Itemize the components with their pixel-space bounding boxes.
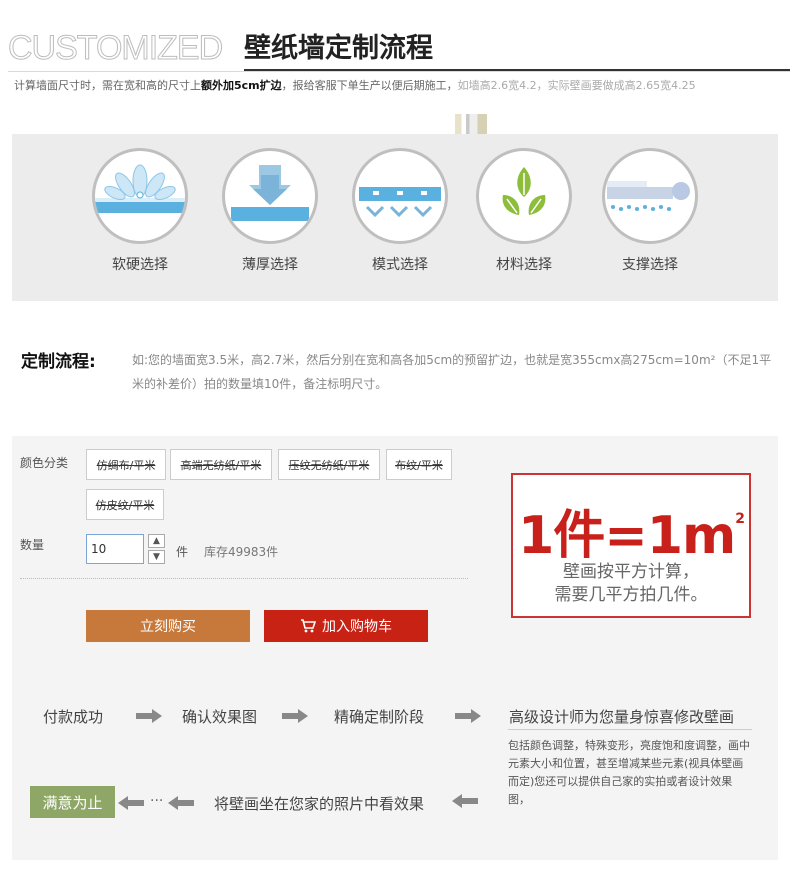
subtitle-example: 如墙高2.6宽4.2，实际壁画要做成高2.65宽4.25 [457, 79, 696, 92]
promo-superscript: 2 [735, 511, 745, 527]
feature-label: 材料选择 [496, 257, 552, 273]
flow-ellipsis: ··· [150, 793, 164, 809]
option-label: 压纹无纺纸/平米 [288, 458, 370, 472]
promo-box: 1件=1m2 壁画按平方计算， 需要几平方拍几件。 [511, 473, 751, 618]
stock-text: 库存49983件 [204, 545, 279, 559]
flow-note: 包括颜色调整，特殊变形，亮度饱和度调整，画中元素大小和位置，甚至增减某些元素(视… [508, 739, 750, 806]
header-divider [8, 71, 790, 72]
color-label: 颜色分类 [20, 456, 69, 470]
subtitle-bold: 额外加5cm扩边 [201, 79, 282, 92]
support-icon [602, 148, 698, 244]
feature-label: 支撑选择 [622, 257, 678, 273]
process-title: 定制流程: [21, 352, 96, 372]
promo-headline: 1件=1m2 [513, 489, 749, 566]
arrow-right-icon [282, 709, 308, 723]
arrow-left-icon [118, 796, 144, 810]
quantity-unit: 件 [176, 545, 189, 559]
feature-mode: 模式选择 [350, 148, 450, 274]
feature-label: 薄厚选择 [242, 257, 298, 273]
option-label: 仿皮纹/平米 [95, 498, 155, 512]
option-embossed-nonwoven[interactable]: 压纹无纺纸/平米 [278, 449, 380, 480]
quantity-decrease-button[interactable]: ▼ [148, 550, 165, 564]
feature-softness: 软硬选择 [90, 148, 190, 274]
promo-line-2: 需要几平方拍几件。 [554, 585, 708, 605]
leaves-material-icon [476, 148, 572, 244]
promo-line-1: 壁画按平方计算， [563, 562, 699, 582]
feature-panel: 软硬选择 薄厚选择 模式选择 材料选择 支撑选择 [12, 134, 778, 301]
process-text: 如:您的墙面宽3.5米，高2.7米，然后分别在宽和高各加5cm的预留扩边，也就是… [132, 353, 772, 391]
option-label: 仿绸布/平米 [96, 458, 156, 472]
header-subtitle: 计算墙面尺寸时，需在宽和高的尺寸上额外加5cm扩边，报给客服下单生产以便后期施工… [14, 77, 696, 93]
cart-icon [301, 619, 316, 633]
arrow-left-icon [452, 794, 478, 808]
add-to-cart-button[interactable]: 加入购物车 [264, 610, 428, 642]
option-premium-nonwoven[interactable]: 高端无纺纸/平米 [170, 449, 272, 480]
dotted-divider [20, 578, 468, 579]
option-silk-cloth[interactable]: 仿绸布/平米 [86, 449, 166, 480]
arrow-right-icon [455, 709, 481, 723]
option-cloth-texture[interactable]: 布纹/平米 [386, 449, 452, 480]
flow-step-preview: 将壁画坐在您家的照片中看效果 [214, 795, 425, 813]
header-title-cn: 壁纸墙定制流程 [244, 33, 433, 64]
flow-step-satisfied: 满意为止 [30, 786, 115, 818]
page-header: CUSTOMIZED 壁纸墙定制流程 [7, 28, 790, 72]
flow-step-confirm: 确认效果图 [182, 708, 258, 726]
quantity-input[interactable]: 10 [86, 534, 144, 564]
buy-now-label: 立刻购买 [140, 619, 196, 635]
add-to-cart-label: 加入购物车 [322, 619, 392, 635]
flow-step-payment: 付款成功 [43, 708, 104, 726]
option-leather-texture[interactable]: 仿皮纹/平米 [86, 489, 164, 520]
option-label: 布纹/平米 [395, 458, 443, 472]
feature-label: 模式选择 [372, 257, 428, 273]
buy-now-button[interactable]: 立刻购买 [86, 610, 250, 642]
subtitle-pre: 计算墙面尺寸时，需在宽和高的尺寸上 [14, 79, 201, 92]
arrow-right-icon [136, 709, 162, 723]
flow-step-customize: 精确定制阶段 [334, 708, 425, 726]
pattern-mode-icon [352, 148, 448, 244]
quantity-increase-button[interactable]: ▲ [148, 534, 165, 548]
quantity-label: 数量 [20, 538, 45, 552]
feature-label: 软硬选择 [112, 257, 168, 273]
flow-divider [508, 729, 752, 730]
feature-material: 材料选择 [474, 148, 574, 274]
flow-step-designer: 高级设计师为您量身惊喜修改壁画 [509, 708, 735, 726]
thickness-arrow-icon [222, 148, 318, 244]
feature-thickness: 薄厚选择 [220, 148, 320, 274]
option-label: 高端无纺纸/平米 [180, 458, 262, 472]
feature-support: 支撑选择 [600, 148, 700, 274]
subtitle-mid: ，报给客服下单生产以便后期施工， [281, 79, 458, 92]
lotus-softness-icon [92, 148, 188, 244]
arrow-left-icon [168, 796, 194, 810]
header-title-en: CUSTOMIZED [7, 29, 223, 67]
